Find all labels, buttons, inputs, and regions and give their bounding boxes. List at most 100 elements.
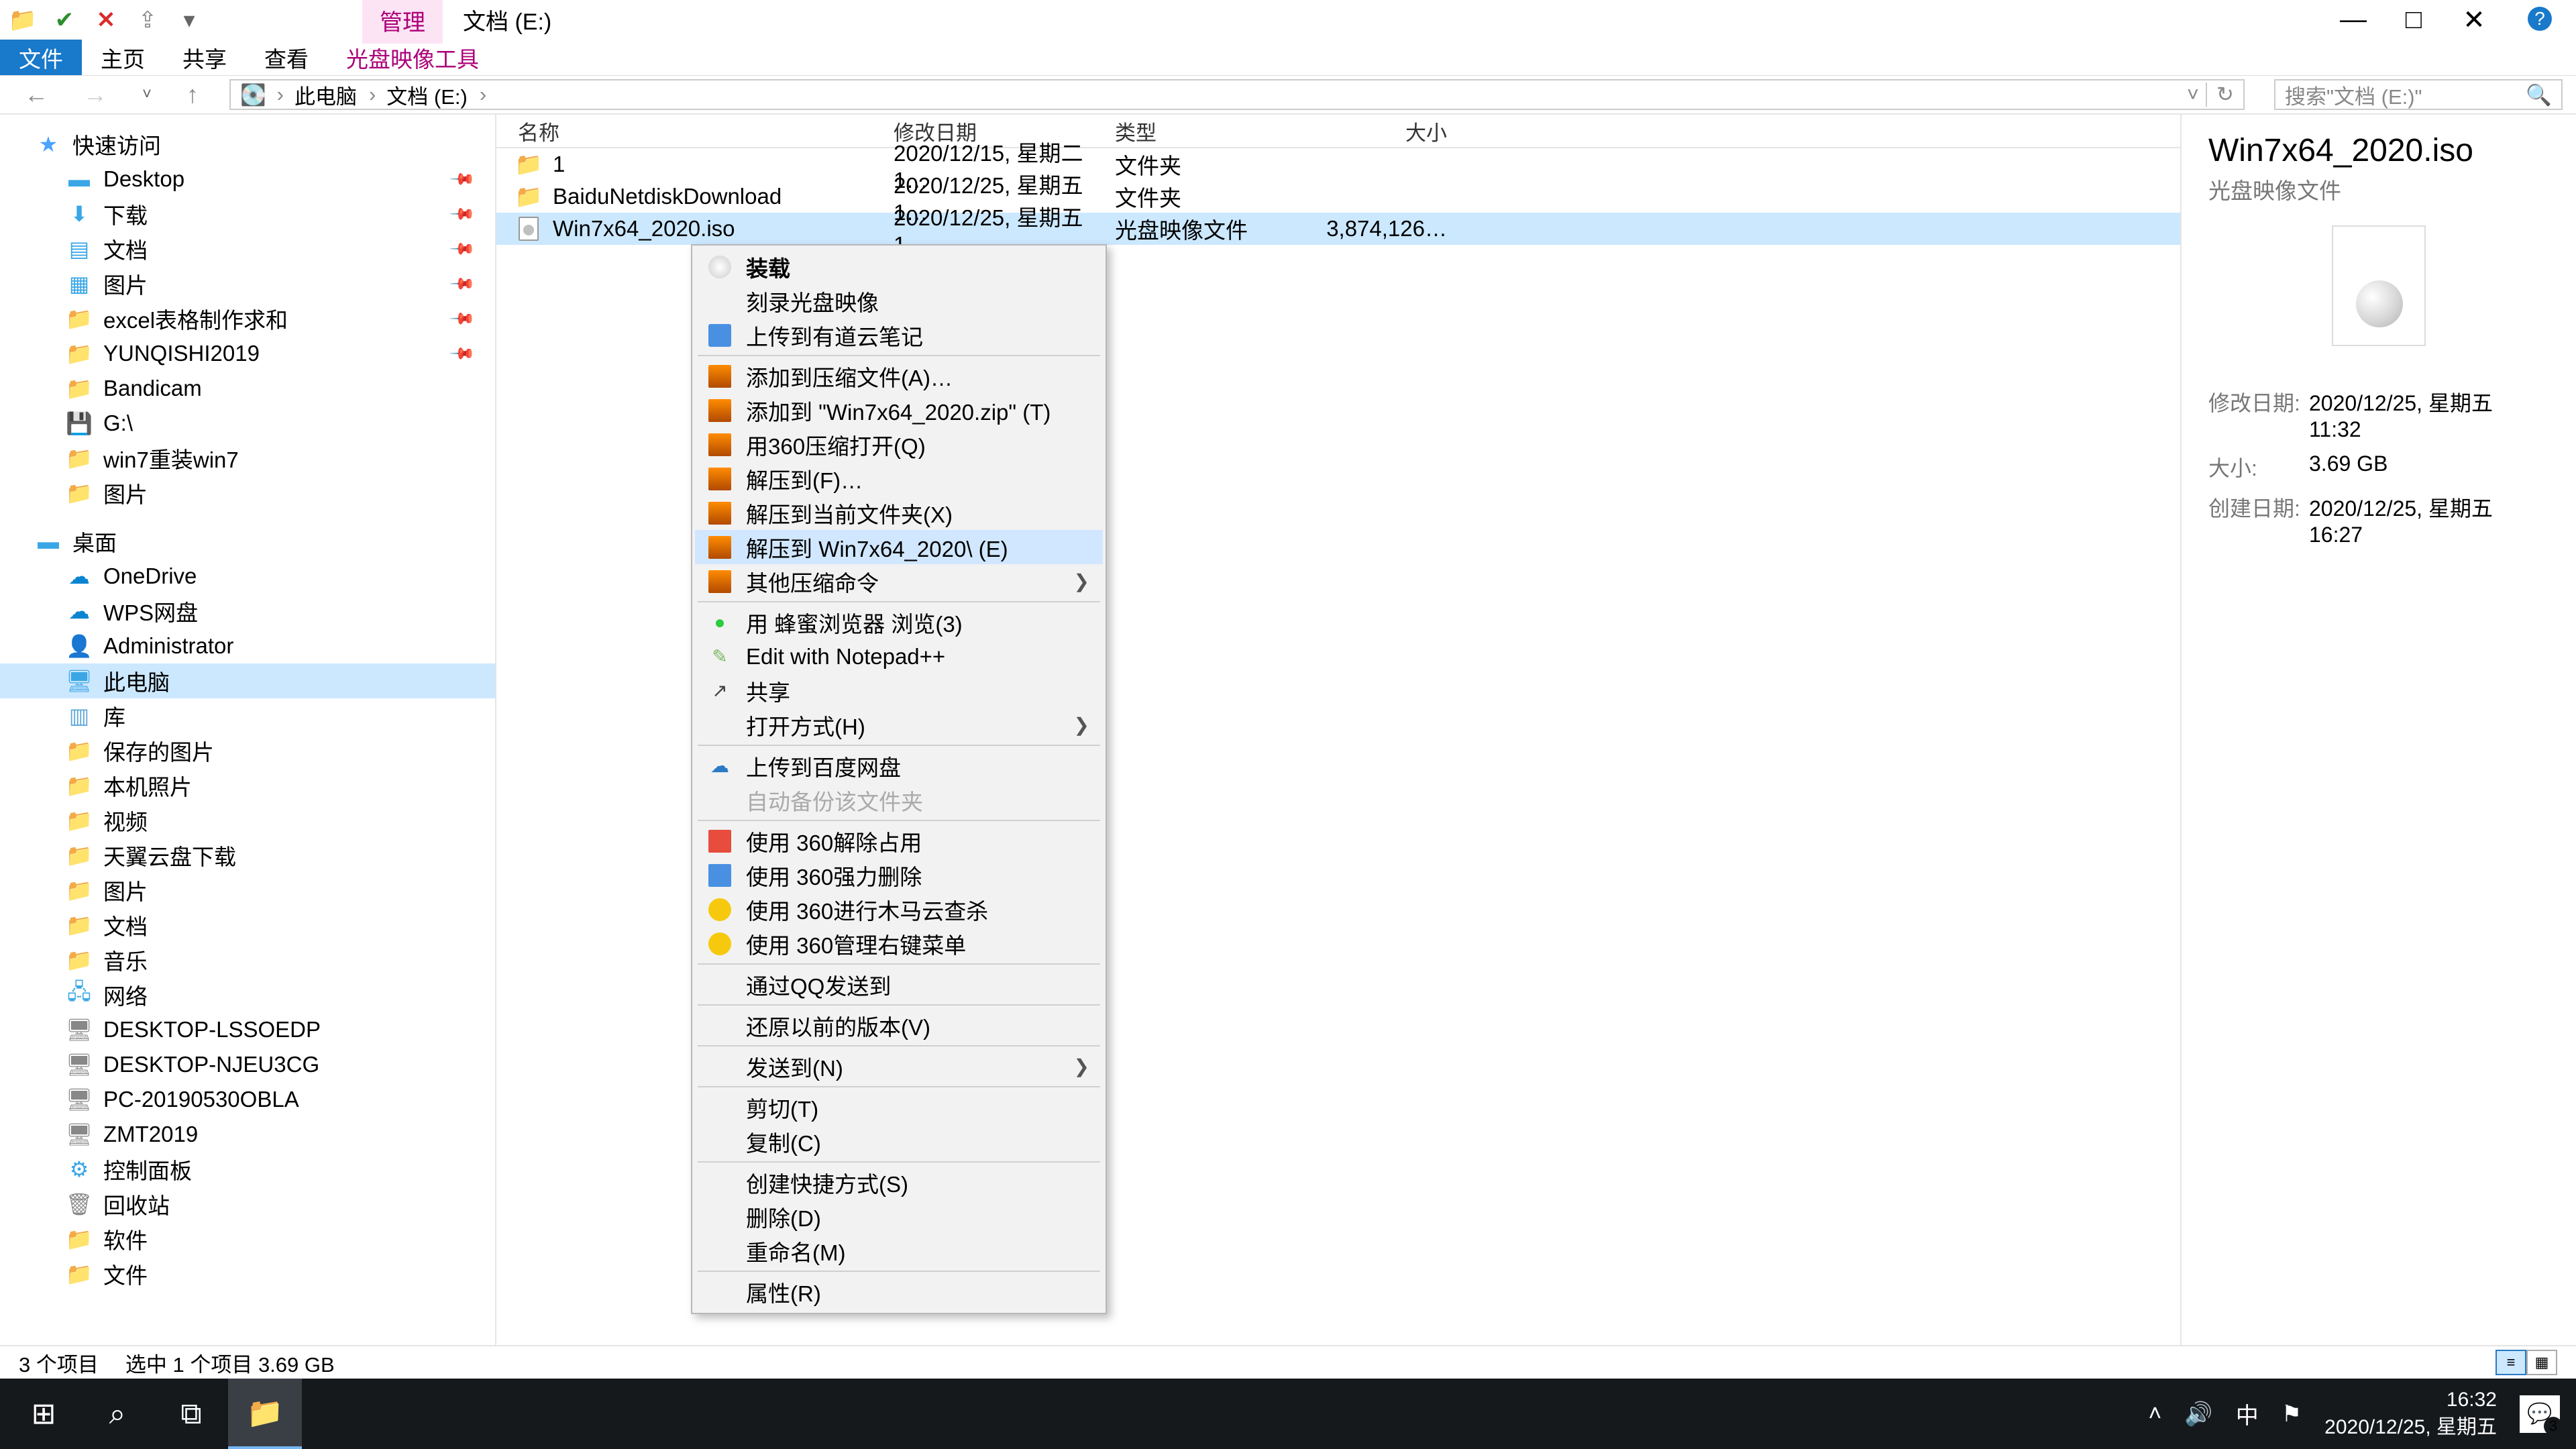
back-button[interactable]: ← [13,80,59,109]
context-menu-item[interactable]: 使用 360管理右键菜单 [695,926,1103,961]
tree-network[interactable]: 🖧网络 [0,977,495,1012]
context-menu-item[interactable]: 发送到(N)❯ [695,1049,1103,1083]
tree-item[interactable]: 🖥DESKTOP-LSSOEDP [0,1012,495,1047]
context-menu-item[interactable]: 还原以前的版本(V) [695,1008,1103,1042]
details-view-button[interactable]: ≡ [2496,1350,2526,1375]
context-menu-item[interactable]: 使用 360进行木马云查杀 [695,892,1103,926]
context-menu-item[interactable]: 解压到当前文件夹(X) [695,496,1103,530]
ribbon-tab-view[interactable]: 查看 [246,40,327,75]
tree-item[interactable]: 📁图片 [0,476,495,511]
clock[interactable]: 16:32 2020/12/25, 星期五 [2324,1387,2497,1441]
tree-item[interactable]: ⬇下载📌 [0,197,495,231]
action-center-button[interactable]: 💬3 [2520,1395,2560,1433]
tree-library[interactable]: ▥库 [0,698,495,733]
tree-item[interactable]: ☁OneDrive [0,559,495,594]
explorer-taskbar-button[interactable]: 📁 [228,1379,302,1449]
ime-indicator[interactable]: 中 [2236,1397,2259,1430]
context-menu-item[interactable]: 刻录光盘映像 [695,284,1103,318]
ribbon-tab-home[interactable]: 主页 [82,40,164,75]
tree-desktop[interactable]: ▬桌面 [0,524,495,559]
tree-item[interactable]: 📁excel表格制作求和📌 [0,301,495,336]
breadcrumb-segment[interactable]: 此电脑› [294,80,376,110]
file-row[interactable]: Win7x64_2020.iso2020/12/25, 星期五 1…光盘映像文件… [496,213,2180,245]
file-row[interactable]: 📁12020/12/15, 星期二 1…文件夹 [496,148,2180,180]
tree-item[interactable]: ▤文档📌 [0,231,495,266]
tree-item[interactable]: 📁本机照片 [0,768,495,803]
ribbon-tab-share[interactable]: 共享 [164,40,246,75]
context-menu-item[interactable]: 属性(R) [695,1275,1103,1309]
up-button[interactable]: ↑ [176,80,209,109]
address-box[interactable]: 💽 › 此电脑› 文档 (E:)› ˅ ↻ [229,79,2245,110]
context-menu-item[interactable]: ●用 蜂蜜浏览器 浏览(3) [695,605,1103,639]
ribbon-tab-iso-tools[interactable]: 光盘映像工具 [327,40,498,75]
addr-dropdown-icon[interactable]: ˅ [2187,83,2199,107]
close-red-icon[interactable]: ✕ [94,8,118,32]
context-menu-item[interactable]: 添加到压缩文件(A)… [695,359,1103,393]
context-menu-item[interactable]: 添加到 "Win7x64_2020.zip" (T) [695,393,1103,427]
tree-item[interactable]: 📁win7重装win7 [0,441,495,476]
col-name[interactable]: 名称 [518,116,894,146]
col-size[interactable]: 大小 [1299,116,1474,146]
tree-item[interactable]: 👤Administrator [0,629,495,663]
tree-item[interactable]: 📁Bandicam [0,371,495,406]
task-view-button[interactable]: ⧉ [154,1379,228,1449]
context-menu-item[interactable]: 通过QQ发送到 [695,967,1103,1002]
context-menu-item[interactable]: 上传到有道云笔记 [695,318,1103,352]
tree-item[interactable]: ▦图片📌 [0,266,495,301]
help-button[interactable]: ? [2528,7,2552,31]
tree-item[interactable]: 📁音乐 [0,943,495,977]
tree-item[interactable]: 📁视频 [0,803,495,838]
tree-item[interactable]: 📁软件 [0,1222,495,1256]
search-taskbar-button[interactable]: ⌕ [80,1379,154,1449]
context-menu-item[interactable]: 创建快捷方式(S) [695,1165,1103,1199]
context-menu-item[interactable]: 重命名(M) [695,1234,1103,1268]
breadcrumb-segment[interactable]: 文档 (E:)› [386,80,486,110]
column-headers[interactable]: 名称 修改日期 类型 大小 [496,115,2180,148]
qat-dropdown-icon[interactable]: ▾ [177,8,201,32]
tree-item[interactable]: ▬Desktop📌 [0,162,495,197]
refresh-button[interactable]: ↻ [2206,83,2234,107]
tree-item[interactable]: 📁文档 [0,908,495,943]
tree-recycle[interactable]: 🗑回收站 [0,1187,495,1222]
dropdown-history-icon[interactable]: ˅ [131,85,162,104]
forward-button[interactable]: → [72,80,118,109]
tree-item[interactable]: 📁图片 [0,873,495,908]
minimize-button[interactable]: — [2340,7,2367,34]
volume-icon[interactable]: 🔊 [2184,1401,2212,1428]
tree-control-panel[interactable]: ⚙控制面板 [0,1152,495,1187]
context-menu-item[interactable]: 剪切(T) [695,1090,1103,1124]
share-qat-icon[interactable]: ⇪ [136,8,160,32]
context-menu-item[interactable]: 使用 360强力删除 [695,858,1103,892]
icons-view-button[interactable]: ▦ [2526,1350,2557,1375]
context-menu-item[interactable]: 解压到 Win7x64_2020\ (E) [695,530,1103,564]
tree-quick-access[interactable]: ★快速访问 [0,127,495,162]
tree-this-pc[interactable]: 🖥此电脑 [0,663,495,698]
col-type[interactable]: 类型 [1115,116,1299,146]
context-menu-item[interactable]: 删除(D) [695,1199,1103,1234]
context-menu-item[interactable]: ☁上传到百度网盘 [695,749,1103,783]
context-menu-item[interactable]: 打开方式(H)❯ [695,708,1103,742]
tree-item[interactable]: 📁YUNQISHI2019📌 [0,336,495,371]
tree-item[interactable]: ☁WPS网盘 [0,594,495,629]
context-menu-item[interactable]: 装载 [695,250,1103,284]
tree-item[interactable]: 💾G:\ [0,406,495,441]
ribbon-tab-file[interactable]: 文件 [0,40,82,75]
tree-item[interactable]: 📁天翼云盘下载 [0,838,495,873]
tree-item[interactable]: 🖥ZMT2019 [0,1117,495,1152]
search-input[interactable]: 搜索"文档 (E:)" 🔍 [2274,79,2563,110]
file-row[interactable]: 📁BaiduNetdiskDownload2020/12/25, 星期五 1…文… [496,180,2180,213]
tree-item[interactable]: 🖥DESKTOP-NJEU3CG [0,1047,495,1082]
security-icon[interactable]: ⚑ [2282,1401,2302,1428]
tray-expand-icon[interactable]: ˄ [2148,1401,2161,1427]
close-button[interactable]: ✕ [2461,7,2487,34]
tree-item[interactable]: 🖥PC-20190530OBLA [0,1082,495,1117]
context-menu-item[interactable]: ↗共享 [695,674,1103,708]
check-icon[interactable]: ✔ [52,8,76,32]
start-button[interactable]: ⊞ [7,1379,80,1449]
maximize-button[interactable]: □ [2400,7,2427,34]
context-menu-item[interactable]: 其他压缩命令❯ [695,564,1103,598]
context-menu-item[interactable]: 复制(C) [695,1124,1103,1159]
context-menu-item[interactable]: 解压到(F)… [695,462,1103,496]
tree-item[interactable]: 📁保存的图片 [0,733,495,768]
tree-item[interactable]: 📁文件 [0,1256,495,1291]
